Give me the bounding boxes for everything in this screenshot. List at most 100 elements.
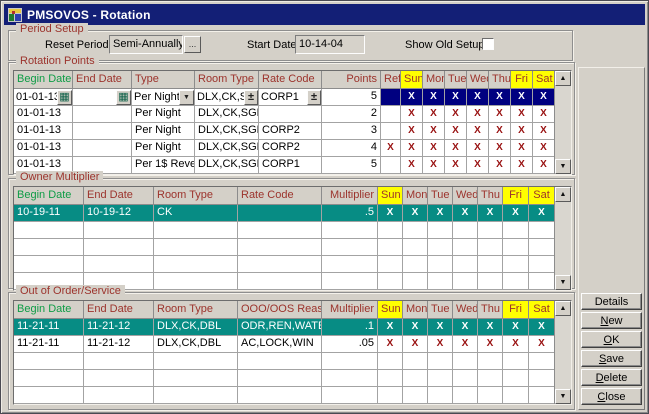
cell-tue[interactable] (428, 222, 453, 239)
cell-sun[interactable]: X (378, 319, 403, 336)
cell-thu[interactable] (478, 239, 503, 256)
cell-multiplier[interactable] (322, 370, 378, 387)
cell-rate-code[interactable] (238, 273, 322, 290)
close-button[interactable]: Close (581, 388, 642, 405)
cell-fri[interactable]: X (511, 123, 533, 140)
cell-multiplier[interactable] (322, 222, 378, 239)
cell-sun[interactable]: X (401, 106, 423, 123)
cell-end-date[interactable]: 11-21-12 (84, 336, 154, 353)
cell-tue[interactable] (428, 256, 453, 273)
cell-tue[interactable] (428, 273, 453, 290)
cell-rate-code[interactable] (238, 205, 322, 222)
delete-button[interactable]: Delete (581, 369, 642, 386)
cell-multiplier[interactable] (322, 387, 378, 404)
cell-ooo-oos-reason[interactable] (238, 370, 322, 387)
cell-thu[interactable] (478, 222, 503, 239)
lov-button[interactable]: ± (244, 90, 258, 105)
scroll-up-button[interactable]: ▲ (555, 301, 571, 316)
cell-thu[interactable]: X (489, 89, 511, 106)
cell-rate-code[interactable] (238, 222, 322, 239)
cell-room-type[interactable] (154, 222, 238, 239)
cell-wed[interactable] (453, 370, 478, 387)
cell-end-date[interactable]: 11-21-12 (84, 319, 154, 336)
cell-begin-date[interactable] (14, 256, 84, 273)
cell-ref[interactable] (381, 89, 401, 106)
cell-multiplier[interactable]: .05 (322, 336, 378, 353)
cell-sun[interactable]: X (401, 123, 423, 140)
cell-ref[interactable]: X (381, 140, 401, 157)
cell-wed[interactable] (453, 273, 478, 290)
cell-tue[interactable] (428, 387, 453, 404)
cell-thu[interactable] (478, 387, 503, 404)
cell-mon[interactable]: X (403, 319, 428, 336)
title-bar[interactable]: PMSOVOS - Rotation (4, 4, 645, 25)
cell-tue[interactable]: X (445, 157, 467, 174)
cell-ref[interactable] (381, 157, 401, 174)
cell-mon[interactable]: X (403, 336, 428, 353)
cell-wed[interactable]: X (467, 89, 489, 106)
vertical-scrollbar[interactable]: ▲▼ (554, 301, 571, 404)
cell-room-type[interactable] (154, 256, 238, 273)
cell-multiplier[interactable] (322, 273, 378, 290)
cell-mon[interactable] (403, 273, 428, 290)
scroll-down-button[interactable]: ▼ (555, 389, 571, 404)
new-button[interactable]: New (581, 312, 642, 329)
cell-sat[interactable] (529, 239, 555, 256)
cell-sat[interactable] (529, 256, 555, 273)
cell-fri[interactable] (503, 256, 529, 273)
cell-wed[interactable]: X (467, 140, 489, 157)
cell-sun[interactable]: X (401, 157, 423, 174)
cell-tue[interactable]: X (445, 123, 467, 140)
cell-sat[interactable]: X (533, 89, 555, 106)
cell-ooo-oos-reason[interactable]: AC,LOCK,WIN (238, 336, 322, 353)
cell-thu[interactable]: X (478, 336, 503, 353)
cell-sun[interactable] (378, 387, 403, 404)
cell-wed[interactable]: X (467, 106, 489, 123)
start-date-field[interactable]: 10-14-04 (295, 35, 365, 54)
cell-sat[interactable]: X (529, 205, 555, 222)
cell-sat[interactable] (529, 353, 555, 370)
cell-room-type[interactable]: DLX,CK,DBL (154, 336, 238, 353)
calendar-button[interactable]: ▦ (57, 90, 72, 105)
cell-room-type[interactable]: DLX,CK,SGK,KO (195, 140, 259, 157)
cell-ref[interactable] (381, 106, 401, 123)
cell-sat[interactable] (529, 222, 555, 239)
cell-end-date[interactable] (73, 123, 132, 140)
cell-wed[interactable]: X (467, 157, 489, 174)
cell-type[interactable]: Per Night▼ (132, 89, 195, 106)
cell-type[interactable]: Per Night (132, 106, 195, 123)
cell-fri[interactable] (503, 370, 529, 387)
cell-sat[interactable]: X (533, 123, 555, 140)
cell-sun[interactable] (378, 273, 403, 290)
cell-fri[interactable]: X (511, 140, 533, 157)
cell-ooo-oos-reason[interactable] (238, 353, 322, 370)
cell-begin-date[interactable] (14, 370, 84, 387)
cell-ooo-oos-reason[interactable] (238, 387, 322, 404)
cell-thu[interactable]: X (489, 106, 511, 123)
cell-end-date[interactable]: ▦ (73, 89, 132, 106)
cell-thu[interactable] (478, 353, 503, 370)
cell-fri[interactable] (503, 222, 529, 239)
cell-thu[interactable] (478, 370, 503, 387)
cell-points[interactable]: 5 (322, 157, 381, 174)
cell-begin-date[interactable]: 10-19-11 (14, 205, 84, 222)
cell-begin-date[interactable] (14, 222, 84, 239)
scroll-up-button[interactable]: ▲ (555, 71, 571, 86)
cell-room-type[interactable]: DLX,CK,SGK,KO (195, 106, 259, 123)
cell-wed[interactable]: X (453, 205, 478, 222)
cell-sat[interactable]: X (529, 336, 555, 353)
cell-multiplier[interactable] (322, 353, 378, 370)
cell-fri[interactable]: X (511, 89, 533, 106)
cell-tue[interactable] (428, 370, 453, 387)
cell-room-type[interactable]: DLX,CK,DBL (154, 319, 238, 336)
cell-room-type[interactable] (154, 387, 238, 404)
cell-end-date[interactable] (73, 106, 132, 123)
cell-mon[interactable]: X (423, 123, 445, 140)
cell-thu[interactable]: X (489, 157, 511, 174)
vertical-scrollbar[interactable]: ▲▼ (554, 187, 571, 290)
scroll-down-button[interactable]: ▼ (555, 275, 571, 290)
cell-room-type[interactable]: DLX,CK,SGK,KO (195, 157, 259, 174)
cell-points[interactable]: 2 (322, 106, 381, 123)
cell-ref[interactable] (381, 123, 401, 140)
cell-thu[interactable]: X (478, 319, 503, 336)
